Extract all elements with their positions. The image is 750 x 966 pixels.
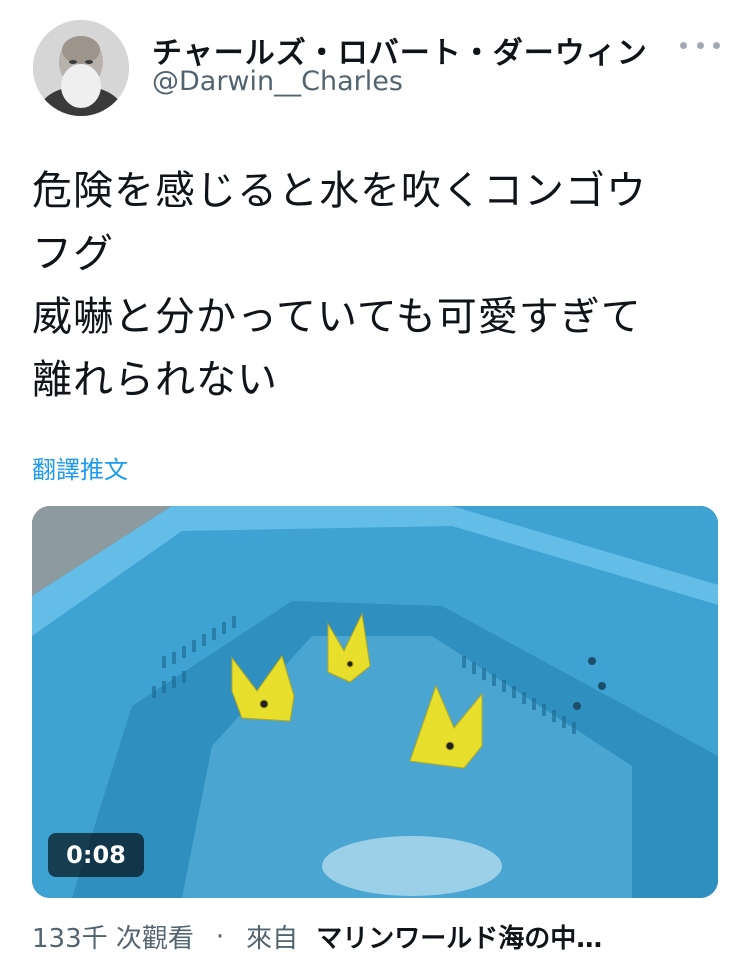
tweet-footer: 133千 次觀看 · 來自 マリンワールド海の中… [32,918,732,955]
tweet-text-line: 威嚇と分かっていても可愛すぎて [32,294,642,340]
video-player[interactable]: 0:08 [32,506,718,898]
tweet-text-line: フグ [32,231,114,277]
view-count: 133千 次觀看 [32,924,194,954]
tweet-text-line: 離れられない [32,357,278,403]
tweet-text: 危険を感じると水を吹くコンゴウ フグ 威嚇と分かっていても可愛すぎて 離れられな… [32,160,722,412]
source-link[interactable]: マリンワールド海の中… [316,918,602,955]
separator: · [215,921,225,952]
tweet-text-line: 危険を感じると水を吹くコンゴウ [32,168,647,214]
video-timecode: 0:08 [48,833,144,877]
translate-tweet-link[interactable]: 翻譯推文 [32,450,128,485]
avatar-portrait [33,20,129,116]
more-icon[interactable] [680,30,720,60]
avatar[interactable] [33,20,129,116]
from-label: 來自 [246,924,299,954]
author-handle[interactable]: @Darwin__Charles [152,66,403,97]
